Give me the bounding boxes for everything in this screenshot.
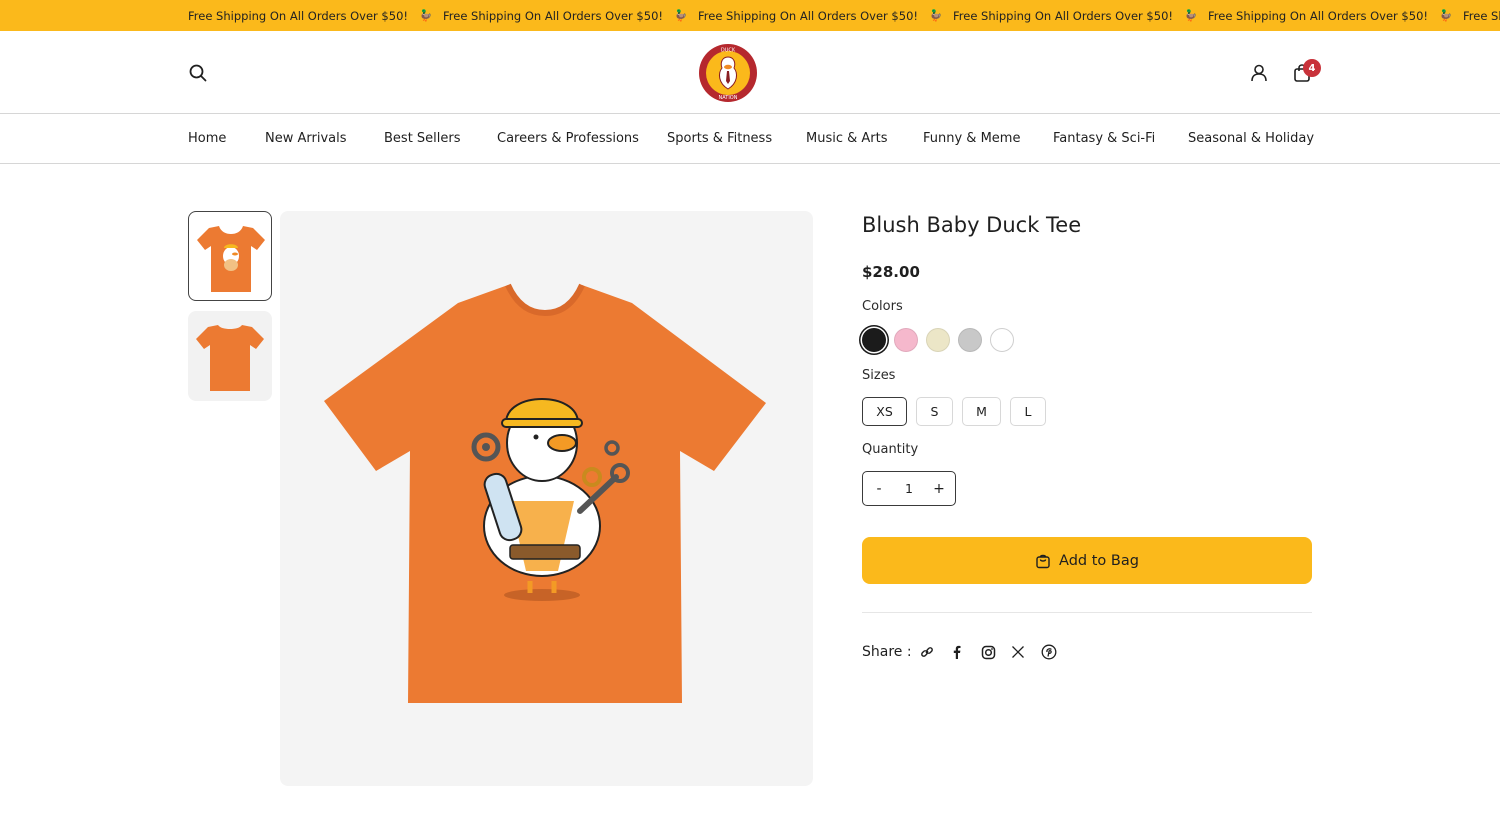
duck-separator-icon: 🦆 <box>1438 9 1453 22</box>
announcement-text: Free Shipping On All Orders Over <box>1463 8 1500 23</box>
duck-separator-icon: 🦆 <box>1183 9 1198 22</box>
thumbnail-back[interactable] <box>188 311 272 401</box>
size-option-m[interactable]: M <box>962 397 1001 426</box>
add-to-bag-button[interactable]: Add to Bag <box>862 537 1312 584</box>
color-swatch[interactable] <box>926 328 950 352</box>
divider <box>862 612 1312 613</box>
nav-item-sports[interactable]: Sports & Fitness <box>667 131 772 146</box>
announcement-text: Free Shipping On All Orders Over $50! <box>1208 8 1428 23</box>
nav-item-music[interactable]: Music & Arts <box>806 131 888 146</box>
quantity-increase-button[interactable]: + <box>931 481 947 497</box>
announcement-bar: Free Shipping On All Orders Over $50! 🦆 Fr… <box>0 0 1500 31</box>
tshirt-front-thumb-icon <box>197 226 265 292</box>
nav-item-fantasy[interactable]: Fantasy & Sci-Fi <box>1053 131 1155 146</box>
colors-label: Colors <box>862 299 903 314</box>
announcement-text: Free Shipping On All Orders Over $50! <box>443 8 663 23</box>
nav-item-home[interactable]: Home <box>188 131 226 146</box>
cart-count-badge: 4 <box>1303 59 1321 77</box>
announcement-text: Free Shipping On All Orders Over $50! <box>953 8 1173 23</box>
tshirt-back-thumb-icon <box>196 325 264 391</box>
color-swatch[interactable] <box>958 328 982 352</box>
share-label: Share : <box>862 644 912 660</box>
duck-separator-icon: 🦆 <box>673 9 688 22</box>
product-price: $28.00 <box>862 263 920 281</box>
quantity-stepper: - + <box>862 471 956 506</box>
user-icon <box>1251 64 1267 82</box>
logo-top-text: DUCK <box>721 48 736 54</box>
search-icon <box>189 64 207 82</box>
duck-separator-icon: 🦆 <box>928 9 943 22</box>
color-swatch[interactable] <box>894 328 918 352</box>
add-to-bag-label: Add to Bag <box>1059 552 1139 569</box>
quantity-decrease-button[interactable]: - <box>871 481 887 497</box>
nav-item-funny[interactable]: Funny & Meme <box>923 131 1020 146</box>
color-swatch[interactable] <box>990 328 1014 352</box>
quantity-input[interactable] <box>894 481 924 496</box>
instagram-icon[interactable] <box>979 643 997 661</box>
duck-separator-icon: 🦆 <box>418 9 433 22</box>
color-swatch[interactable] <box>862 328 886 352</box>
search-button[interactable] <box>186 61 210 85</box>
facebook-icon[interactable] <box>948 643 966 661</box>
logo[interactable]: DUCK NATION <box>698 43 758 103</box>
site-header: DUCK NATION 4 <box>0 31 1500 114</box>
logo-bottom-text: NATION <box>719 95 738 101</box>
size-option-l[interactable]: L <box>1010 397 1046 426</box>
duck-logo-icon: DUCK NATION <box>699 44 757 102</box>
announcement-text: Free Shipping On All Orders Over $50! <box>698 8 918 23</box>
product-title: Blush Baby Duck Tee <box>862 213 1082 237</box>
nav-item-seasonal[interactable]: Seasonal & Holiday <box>1188 131 1314 146</box>
nav-item-best-sellers[interactable]: Best Sellers <box>384 131 461 146</box>
link-icon[interactable] <box>918 643 936 661</box>
nav-item-new-arrivals[interactable]: New Arrivals <box>265 131 347 146</box>
x-icon[interactable] <box>1009 643 1027 661</box>
size-option-xs[interactable]: XS <box>862 397 907 426</box>
sizes-label: Sizes <box>862 368 896 383</box>
pinterest-icon[interactable] <box>1040 643 1058 661</box>
announcement-text: Free Shipping On All Orders Over $50! <box>188 8 408 23</box>
shopping-bag-icon <box>1035 553 1051 569</box>
quantity-label: Quantity <box>862 442 919 457</box>
tshirt-illustration-icon <box>324 283 766 703</box>
account-button[interactable] <box>1247 61 1271 85</box>
thumbnail-front[interactable] <box>188 211 272 301</box>
size-option-s[interactable]: S <box>916 397 953 426</box>
announcement-track: Free Shipping On All Orders Over $50! 🦆 Fr… <box>188 0 1500 31</box>
nav-item-careers[interactable]: Careers & Professions <box>497 131 639 146</box>
main-nav: Home New Arrivals Best Sellers Careers &… <box>0 114 1500 164</box>
main-product-image[interactable] <box>280 211 813 786</box>
